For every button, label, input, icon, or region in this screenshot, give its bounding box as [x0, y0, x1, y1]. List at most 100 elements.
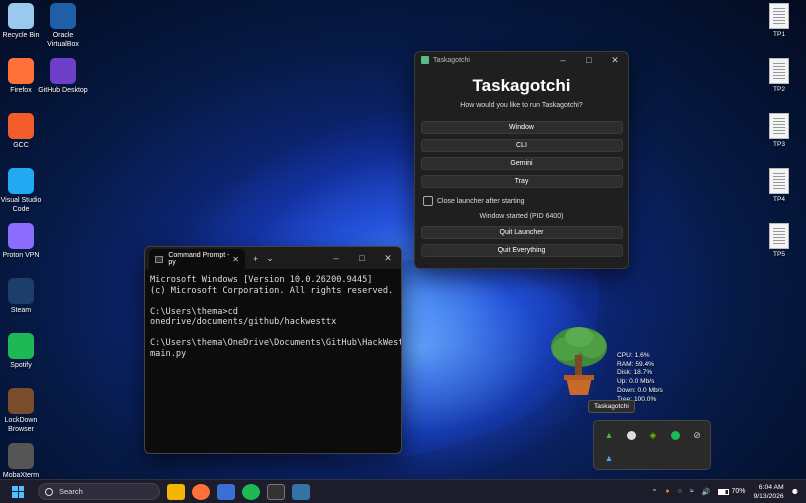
recycle-bin-icon: [8, 3, 34, 29]
launcher-heading: Taskagotchi: [472, 76, 571, 95]
cmd-icon: [155, 255, 164, 263]
minimize-button[interactable]: –: [550, 55, 576, 66]
firefox-taskbar-icon[interactable]: [192, 483, 210, 500]
new-tab-button[interactable]: +: [253, 254, 258, 264]
launcher-status: Window started (PID 6400): [479, 213, 564, 220]
desktop-icon-mobaxterm[interactable]: MobaXterm: [0, 443, 48, 480]
search-placeholder: Search: [59, 487, 83, 496]
battery-percent: 70%: [731, 488, 746, 495]
desktop-icon-label: Visual Studio Code: [0, 197, 42, 213]
document-page-icon: [769, 168, 789, 194]
document-label: TP3: [773, 141, 785, 148]
launcher-prompt: How would you like to run Taskagotchi?: [460, 102, 583, 109]
desktop-icon-gcc[interactable]: GCC: [0, 113, 48, 150]
clock[interactable]: 6:04 AM 9/13/2026: [753, 483, 783, 501]
terminal-output[interactable]: Microsoft Windows [Version 10.0.26200.94…: [145, 269, 401, 365]
app-tray-icon[interactable]: ●: [665, 488, 669, 495]
python-tray-icon[interactable]: ▲: [602, 451, 616, 465]
document-label: TP5: [773, 251, 785, 258]
run-window-button[interactable]: Window: [420, 121, 623, 134]
hidden-eye-icon[interactable]: ⊘: [690, 428, 704, 442]
tab-dropdown-icon[interactable]: ⌄: [266, 253, 274, 264]
taskagotchi-tray-icon[interactable]: ▲: [602, 428, 616, 442]
launcher-titlebar: Taskagotchi – □ ✕: [415, 52, 628, 68]
taskbar-search[interactable]: Search: [38, 483, 160, 500]
document-label: TP4: [773, 196, 785, 203]
desktop-icon-label: LockDown Browser: [4, 417, 38, 433]
document-icon[interactable]: TP5: [764, 223, 794, 258]
tray-overflow-flyout: ▲ ◈ ⊘ ▲: [593, 420, 711, 470]
terminal-tabbar: Command Prompt - py ✕ + ⌄ – □ ✕: [145, 247, 401, 269]
document-page-icon: [769, 3, 789, 29]
desktop-icon-label: GCC: [13, 142, 29, 149]
spotify-tray-icon[interactable]: [668, 428, 682, 442]
minimize-button[interactable]: –: [323, 253, 349, 264]
document-label: TP1: [773, 31, 785, 38]
github-desktop-icon: [50, 58, 76, 84]
desktop-icon-github-desktop[interactable]: GitHub Desktop: [36, 58, 90, 95]
mail-icon[interactable]: [217, 483, 235, 500]
clock-date: 9/13/2026: [753, 492, 784, 500]
app-icon: [421, 56, 429, 64]
document-label: TP2: [773, 86, 785, 93]
document-icon[interactable]: TP3: [764, 113, 794, 148]
download-stat: Down: 0.0 Mb/s: [617, 386, 663, 394]
vscode-icon: [8, 168, 34, 194]
close-after-start-checkbox[interactable]: [423, 196, 433, 206]
document-icon[interactable]: TP4: [764, 168, 794, 203]
python-taskbar-icon[interactable]: [292, 483, 310, 500]
virtualbox-icon: [50, 3, 76, 29]
wifi-icon[interactable]: ≈: [690, 488, 694, 495]
desktop-icon-virtualbox[interactable]: Oracle VirtualBox: [36, 3, 90, 49]
terminal-tab[interactable]: Command Prompt - py ✕: [149, 249, 245, 269]
gcc-icon: [8, 113, 34, 139]
checkbox-label: Close launcher after starting: [437, 197, 525, 205]
run-cli-button[interactable]: CLI: [420, 139, 623, 152]
chevron-up-icon[interactable]: ⌃: [652, 488, 658, 496]
maximize-button[interactable]: □: [576, 55, 602, 66]
desktop-icon-lockdown[interactable]: LockDown Browser: [0, 388, 48, 434]
upload-stat: Up: 0.0 Mb/s: [617, 378, 655, 386]
desktop-icon-label: GitHub Desktop: [38, 87, 88, 94]
volume-icon[interactable]: 🔊: [702, 488, 711, 496]
taskagotchi-launcher-window: Taskagotchi – □ ✕ Taskagotchi How would …: [414, 51, 629, 269]
quit-everything-button[interactable]: Quit Everything: [420, 244, 623, 257]
search-icon: [45, 487, 53, 496]
maximize-button[interactable]: □: [349, 253, 375, 264]
spotify-icon: [8, 333, 34, 359]
mobaxterm-icon: [8, 443, 34, 469]
circle-app-icon[interactable]: [624, 428, 638, 442]
close-button[interactable]: ✕: [602, 55, 628, 66]
desktop-icon-vscode[interactable]: Visual Studio Code: [0, 168, 48, 214]
protonvpn-icon: [8, 223, 34, 249]
close-after-start-row[interactable]: Close launcher after starting: [423, 196, 628, 206]
desktop-icon-label: Spotify: [10, 362, 32, 369]
notification-bell-icon[interactable]: ⚈: [792, 488, 798, 496]
close-tab-icon[interactable]: ✕: [232, 255, 239, 264]
desktop-icon-steam[interactable]: Steam: [0, 278, 48, 315]
copilot-icon[interactable]: ○: [678, 488, 682, 495]
document-icon[interactable]: TP1: [764, 3, 794, 38]
battery-icon[interactable]: [718, 488, 730, 495]
document-icon[interactable]: TP2: [764, 58, 794, 93]
clock-time: 6:04 AM: [758, 483, 784, 491]
desktop-icon-label: Steam: [10, 307, 32, 314]
desktop-icon-label: Proton VPN: [2, 252, 40, 259]
file-explorer-icon[interactable]: [167, 483, 185, 500]
document-page-icon: [769, 223, 789, 249]
close-button[interactable]: ✕: [375, 253, 401, 264]
nvidia-icon[interactable]: ◈: [646, 428, 660, 442]
terminal-taskbar-icon[interactable]: [267, 483, 285, 500]
run-gemini-button[interactable]: Gemini: [420, 157, 623, 170]
run-tray-button[interactable]: Tray: [420, 175, 623, 188]
lockdown-icon: [8, 388, 34, 414]
disk-stat: Disk: 18.7%: [617, 369, 653, 377]
spotify-taskbar-icon[interactable]: [242, 483, 260, 500]
tray-tooltip: Taskagotchi: [588, 400, 635, 413]
desktop-icon-spotify[interactable]: Spotify: [0, 333, 48, 370]
quit-launcher-button[interactable]: Quit Launcher: [420, 226, 623, 239]
document-page-icon: [769, 58, 789, 84]
tree-pet-icon[interactable]: [548, 325, 610, 399]
desktop-icon-protonvpn[interactable]: Proton VPN: [0, 223, 48, 260]
start-button[interactable]: [12, 485, 24, 498]
